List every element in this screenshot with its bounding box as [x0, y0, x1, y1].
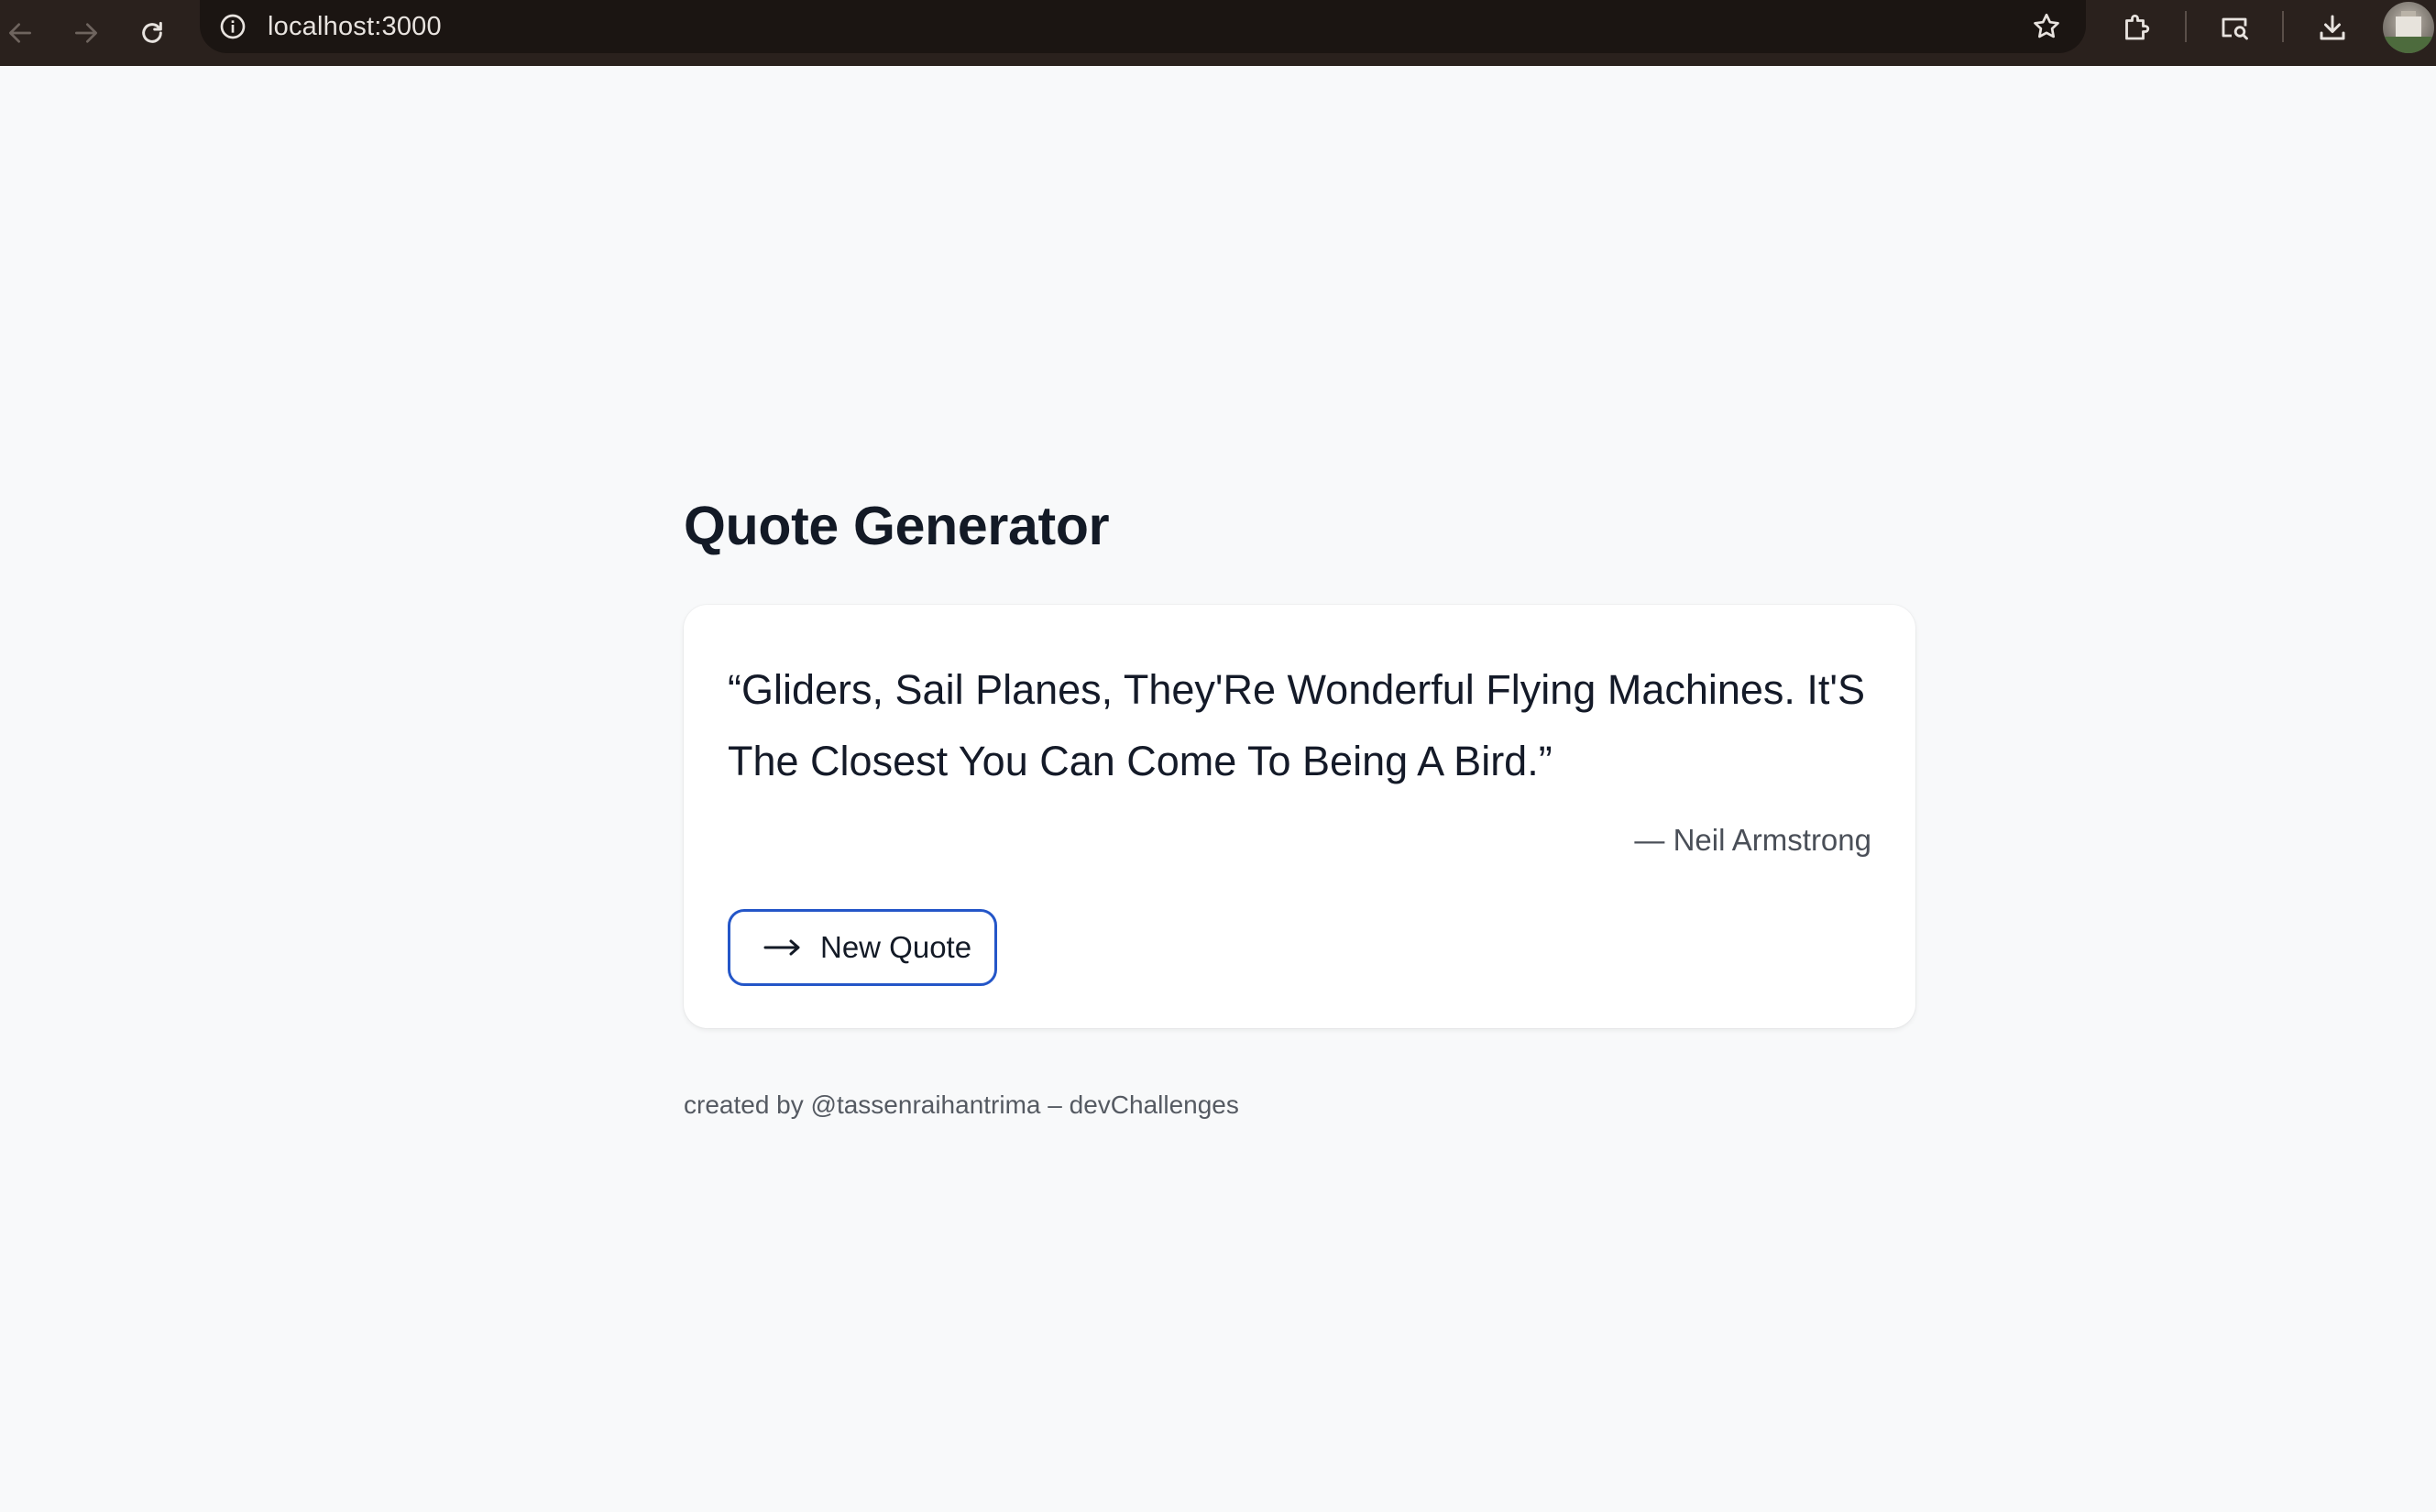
forward-arrow-icon	[75, 23, 97, 43]
quote-author: — Neil Armstrong	[1634, 823, 1871, 857]
profile-avatar[interactable]	[2383, 2, 2434, 53]
address-bar[interactable]: localhost:3000	[200, 0, 2086, 53]
reload-button[interactable]	[123, 4, 181, 62]
extensions-icon[interactable]	[2113, 5, 2159, 50]
forward-button[interactable]	[57, 4, 115, 62]
quote-text: “Gliders, Sail Planes, They'Re Wonderful…	[728, 666, 1866, 784]
url-text[interactable]: localhost:3000	[268, 8, 442, 45]
new-quote-label: New Quote	[820, 930, 972, 964]
back-arrow-icon	[8, 23, 31, 43]
toolbar-divider	[2185, 11, 2187, 42]
quote-card: “Gliders, Sail Planes, They'Re Wonderful…	[684, 605, 1915, 1028]
page-title: Quote Generator	[684, 496, 1110, 556]
toolbar-divider	[2282, 11, 2284, 42]
reload-icon	[142, 21, 162, 43]
new-quote-button[interactable]: New Quote	[728, 909, 997, 986]
arrow-right-icon	[763, 938, 802, 957]
tab-search-icon[interactable]	[2211, 5, 2257, 50]
footer-credit: created by @tassenraihantrima – devChall…	[684, 1090, 1239, 1119]
bookmark-star-icon[interactable]	[2027, 7, 2066, 46]
back-button[interactable]	[0, 4, 49, 62]
browser-toolbar: localhost:3000	[0, 0, 2436, 66]
download-icon[interactable]	[2310, 5, 2355, 50]
site-info-icon[interactable]	[214, 8, 251, 45]
